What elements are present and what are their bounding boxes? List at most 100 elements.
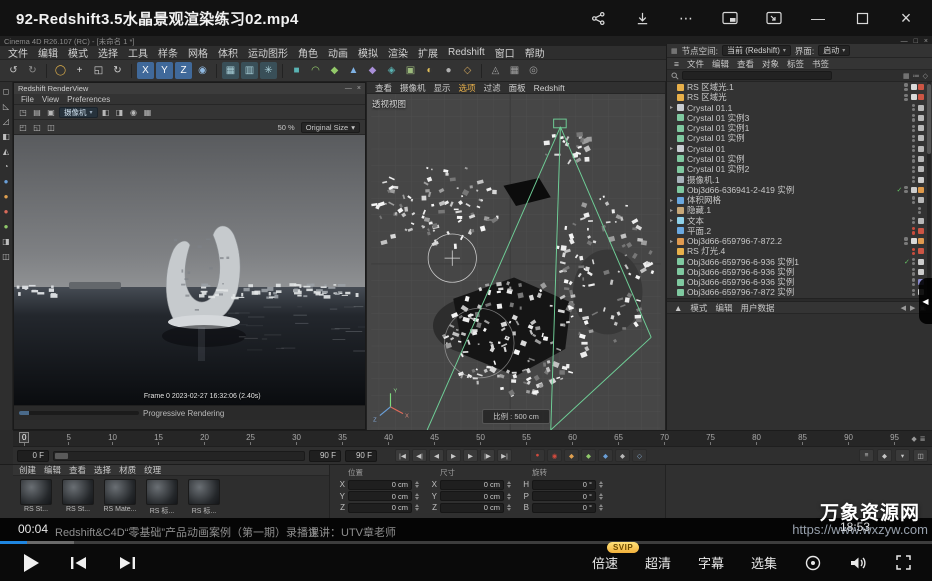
- visibility-dot-viewport[interactable]: [912, 248, 915, 251]
- timeline-tick[interactable]: 45: [430, 431, 439, 446]
- visibility-dot-render[interactable]: [912, 180, 915, 183]
- attribute-manager-menu-item[interactable]: 模式: [686, 302, 711, 314]
- perspective-viewport[interactable]: 查看摄像机显示选项过滤面板Redshift YXZ 透视视图 比例 : 500 …: [366, 82, 666, 430]
- add-spline-icon[interactable]: ◠: [307, 62, 324, 79]
- episode-drawer-handle[interactable]: ◀: [919, 278, 932, 324]
- rotate-tool-icon[interactable]: ↻: [109, 62, 126, 79]
- viewport-menu-item[interactable]: 过滤: [480, 82, 505, 94]
- visibility-dots[interactable]: [912, 104, 915, 111]
- compare-icon[interactable]: ◫: [45, 121, 57, 133]
- tool-extrude-icon[interactable]: ◧: [1, 131, 12, 142]
- move-tool-icon[interactable]: +: [71, 62, 88, 79]
- tag-icon[interactable]: [911, 238, 917, 244]
- mode-texture-icon[interactable]: ◨: [1, 236, 12, 247]
- c4d-menu-item[interactable]: 动画: [323, 45, 353, 60]
- autokey-button[interactable]: ◉: [547, 449, 562, 462]
- visibility-dot-render[interactable]: [912, 170, 915, 173]
- tag-icon[interactable]: [911, 187, 917, 193]
- coordinate-input[interactable]: 0 cm: [348, 491, 412, 501]
- material-thumbnail[interactable]: [104, 479, 136, 505]
- c4d-menu-item[interactable]: 模式: [63, 45, 93, 60]
- tool-knife-icon[interactable]: ◿: [1, 116, 12, 127]
- episodes-button[interactable]: 选集: [751, 553, 777, 572]
- timeline-tick[interactable]: 90: [844, 431, 853, 446]
- bucket-render-icon[interactable]: ◨: [114, 106, 126, 118]
- visibility-dots[interactable]: [912, 278, 915, 285]
- goto-start-button[interactable]: |◀: [395, 449, 410, 462]
- add-volume-icon[interactable]: ▲: [345, 62, 362, 79]
- visibility-dot-render[interactable]: [912, 252, 915, 255]
- visibility-dot-render[interactable]: [912, 283, 915, 286]
- visibility-dots[interactable]: [904, 94, 907, 101]
- save-icon[interactable]: ◳: [17, 106, 29, 118]
- volume-icon[interactable]: [849, 555, 868, 571]
- expand-arrow-icon[interactable]: ▸: [670, 238, 677, 245]
- tag-icon[interactable]: [918, 94, 924, 100]
- fullscreen-icon[interactable]: [895, 554, 912, 571]
- material-menu-item[interactable]: 编辑: [40, 464, 65, 476]
- visibility-dots[interactable]: [912, 217, 915, 224]
- c4d-menu-item[interactable]: 选择: [93, 45, 123, 60]
- coordinate-input[interactable]: 0 cm: [440, 503, 504, 513]
- visibility-dot-viewport[interactable]: [912, 258, 915, 261]
- keying-options-icon[interactable]: ◆: [877, 449, 892, 462]
- prev-frame-button[interactable]: ◀: [429, 449, 444, 462]
- live-selection-icon[interactable]: ◯: [52, 62, 69, 79]
- tool-brush-icon[interactable]: ◭: [1, 146, 12, 157]
- visibility-dot-render[interactable]: [912, 159, 915, 162]
- c4d-menu-item[interactable]: 网格: [183, 45, 213, 60]
- add-camera-icon[interactable]: ▣: [402, 62, 419, 79]
- download-icon[interactable]: [634, 10, 650, 26]
- tag-icon[interactable]: [918, 269, 924, 275]
- c4d-menu-item[interactable]: 工具: [123, 45, 153, 60]
- renderview-menu-item[interactable]: Preferences: [63, 95, 114, 104]
- attribute-manager-menu-item[interactable]: 编辑: [711, 302, 736, 314]
- c4d-menu-item[interactable]: 体积: [213, 45, 243, 60]
- material-menu-item[interactable]: 材质: [115, 464, 140, 476]
- timeline-tick[interactable]: 30: [292, 431, 301, 446]
- visibility-dot-render[interactable]: [912, 231, 915, 234]
- play-button[interactable]: ▶: [446, 449, 461, 462]
- coordinate-input[interactable]: 0 cm: [440, 480, 504, 490]
- visibility-dot-viewport[interactable]: [912, 176, 915, 179]
- filter-icon[interactable]: ▦: [903, 72, 910, 80]
- visibility-dot-viewport[interactable]: [912, 125, 915, 128]
- visibility-dots[interactable]: [904, 83, 907, 90]
- workplane-icon[interactable]: ▦: [506, 62, 523, 79]
- material-menu-item[interactable]: 纹理: [140, 464, 165, 476]
- viewport-menu-item[interactable]: Redshift: [530, 83, 569, 93]
- tool-select-icon[interactable]: ◻: [1, 86, 12, 97]
- timeline-tick[interactable]: 5: [67, 431, 71, 446]
- minimize-timeline-icon[interactable]: ◫: [913, 449, 928, 462]
- tag-icon[interactable]: [918, 228, 924, 234]
- material-thumbnail[interactable]: [188, 479, 220, 505]
- c4d-menu-item[interactable]: 编辑: [33, 45, 63, 60]
- tag-icon[interactable]: [918, 166, 924, 172]
- tag-icon[interactable]: [918, 187, 924, 193]
- tag-icon[interactable]: [918, 105, 924, 111]
- maximize-icon[interactable]: [854, 10, 870, 26]
- timeline-tick[interactable]: 95: [890, 431, 899, 446]
- video-frame[interactable]: Cinema 4D R26.107 (RC) - [未命名 1 *] — □ ×…: [0, 36, 932, 518]
- tag-icon[interactable]: [918, 218, 924, 224]
- visibility-dot-render[interactable]: [912, 139, 915, 142]
- attribute-manager-menu-item[interactable]: 用户数据: [736, 302, 778, 314]
- add-tag-icon[interactable]: ◇: [459, 62, 476, 79]
- viewport-menu-item[interactable]: 显示: [430, 82, 455, 94]
- coordinate-input[interactable]: 0 °: [532, 480, 596, 490]
- redo-icon[interactable]: ↻: [24, 62, 41, 79]
- stepper-icon[interactable]: [599, 480, 604, 490]
- visibility-dot-viewport[interactable]: [912, 155, 915, 158]
- timeline-tick[interactable]: 15: [154, 431, 163, 446]
- expand-arrow-icon[interactable]: ▸: [670, 217, 677, 224]
- powerslider-handle[interactable]: [55, 453, 68, 459]
- coordinate-input[interactable]: 0 °: [532, 491, 596, 501]
- timeline-tick[interactable]: 70: [660, 431, 669, 446]
- nav-forward-icon[interactable]: ▶: [910, 304, 915, 312]
- timeline-tick[interactable]: 85: [798, 431, 807, 446]
- timeline-tick[interactable]: 10: [108, 431, 117, 446]
- coord-system-icon[interactable]: ◉: [194, 62, 211, 79]
- visibility-dot-render[interactable]: [904, 98, 907, 101]
- expand-arrow-icon[interactable]: ▸: [670, 207, 677, 214]
- visibility-dots[interactable]: [912, 196, 915, 203]
